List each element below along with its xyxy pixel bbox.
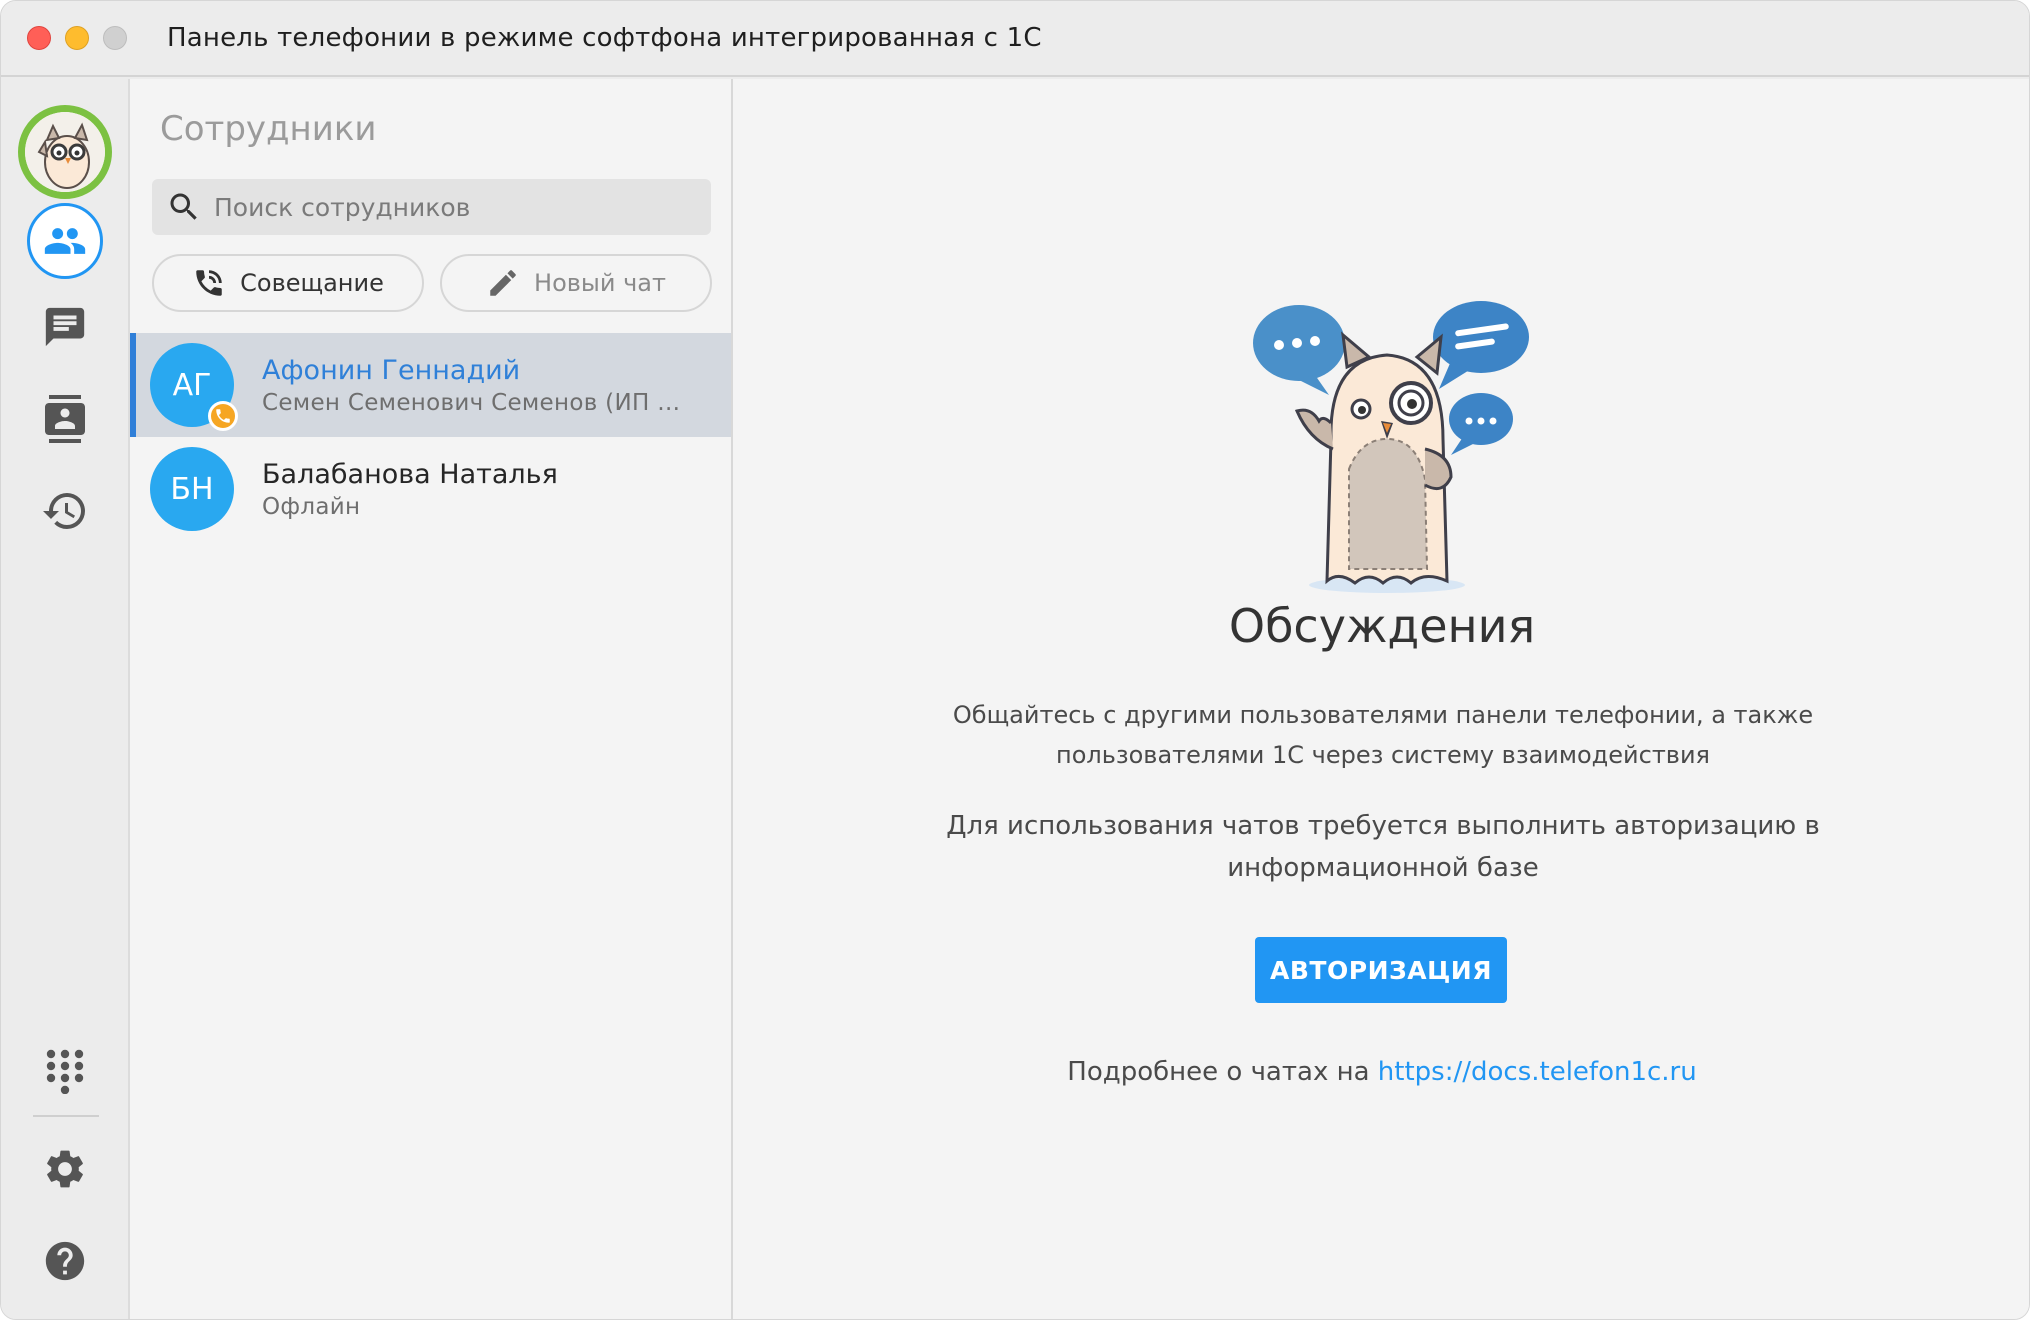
people-icon xyxy=(44,228,86,254)
panel-title: Сотрудники xyxy=(160,109,377,149)
employee-name: Балабанова Наталья xyxy=(262,458,558,490)
more-info-prefix: Подробнее о чатах на xyxy=(1067,1057,1378,1087)
empty-state-title: Обсуждения xyxy=(1228,599,1536,653)
new-chat-button-label: Новый чат xyxy=(534,269,666,297)
meeting-button-label: Совещание xyxy=(240,269,384,297)
employee-texts: Балабанова Наталья Офлайн xyxy=(262,459,682,520)
more-info: Подробнее о чатах на https://docs.telefo… xyxy=(733,1057,2029,1087)
user-avatar[interactable] xyxy=(18,105,112,199)
empty-state-description: Общайтесь с другими пользователями панел… xyxy=(933,695,1833,775)
employee-initials: АГ xyxy=(172,367,212,403)
employee-initials: БН xyxy=(170,471,214,507)
authorization-hint: Для использования чатов требуется выполн… xyxy=(933,805,1833,889)
on-call-status-icon xyxy=(208,401,238,431)
chat-empty-state: Обсуждения Общайтесь с другими пользоват… xyxy=(733,79,2029,1319)
rail-contacts-button[interactable] xyxy=(27,381,103,457)
employee-row[interactable]: БН Балабанова Наталья Офлайн xyxy=(130,437,731,541)
rail-help-button[interactable] xyxy=(27,1223,103,1299)
speech-bubble-right-large xyxy=(1433,301,1529,389)
owl-avatar-icon xyxy=(25,112,105,192)
help-icon xyxy=(45,1241,85,1281)
hint-line: Для использования чатов требуется выполн… xyxy=(946,811,1820,841)
window-title: Панель телефонии в режиме софтфона интег… xyxy=(167,23,1042,53)
new-chat-button[interactable]: Новый чат xyxy=(440,254,712,312)
employee-avatar: АГ xyxy=(150,343,238,431)
pencil-icon xyxy=(490,270,516,296)
search-icon xyxy=(166,189,202,225)
search-input[interactable] xyxy=(214,192,654,222)
meeting-button[interactable]: Совещание xyxy=(152,254,424,312)
close-window-button[interactable] xyxy=(27,26,51,50)
employee-name: Афонин Геннадий xyxy=(262,354,521,386)
title-bar: Панель телефонии в режиме софтфона интег… xyxy=(1,1,2029,77)
description-line: Общайтесь с другими пользователями панел… xyxy=(952,701,1814,729)
app-window: Панель телефонии в режиме софтфона интег… xyxy=(0,0,2030,1320)
authorization-button[interactable]: АВТОРИЗАЦИЯ xyxy=(1255,937,1507,1003)
maximize-window-button[interactable] xyxy=(103,26,127,50)
rail-chats-button[interactable] xyxy=(27,289,103,365)
employee-status-text: Офлайн xyxy=(262,493,361,520)
history-icon xyxy=(43,493,85,529)
employee-row[interactable]: АГ Афонин Геннадий Семен Семенович Семен… xyxy=(130,333,731,437)
gear-icon xyxy=(47,1150,83,1188)
employee-texts: Афонин Геннадий Семен Семенович Семенов … xyxy=(262,355,682,416)
description-line: пользователями 1С через систему взаимоде… xyxy=(1056,741,1710,769)
rail-dialpad-button[interactable] xyxy=(27,1033,103,1109)
speech-bubble-right-small xyxy=(1449,393,1513,455)
contacts-icon xyxy=(45,395,85,443)
employee-avatar: БН xyxy=(150,447,234,531)
docs-link[interactable]: https://docs.telefon1c.ru xyxy=(1378,1057,1697,1087)
phone-conference-icon xyxy=(196,270,222,296)
rail-settings-button[interactable] xyxy=(27,1131,103,1207)
employee-status-text: Семен Семенович Семенов (ИП … xyxy=(262,389,681,416)
speech-bubble-left xyxy=(1253,305,1345,395)
minimize-window-button[interactable] xyxy=(65,26,89,50)
rail-employees-button[interactable] xyxy=(27,203,103,279)
window-controls xyxy=(27,26,127,50)
rail-divider xyxy=(33,1115,99,1117)
chat-icon xyxy=(45,307,85,347)
hint-line: информационной базе xyxy=(1227,853,1539,883)
navigation-rail xyxy=(1,79,130,1319)
employees-panel: Сотрудники Совещание Новый чат АГ xyxy=(130,79,733,1319)
owl-chat-illustration xyxy=(1253,301,1529,593)
search-box xyxy=(152,179,711,235)
dialpad-icon xyxy=(46,1049,84,1094)
rail-history-button[interactable] xyxy=(27,473,103,549)
